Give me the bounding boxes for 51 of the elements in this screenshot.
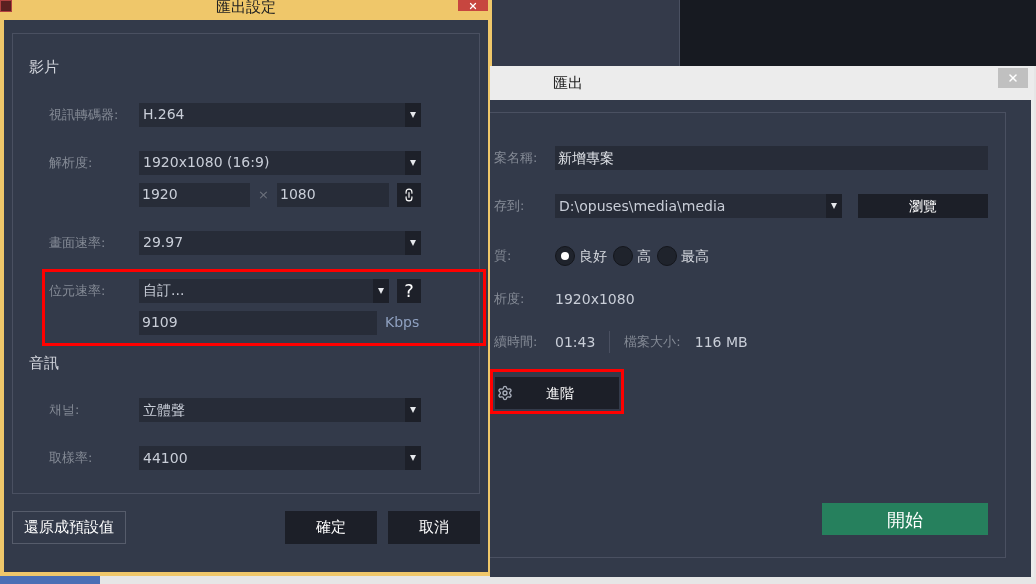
link-icon (402, 187, 416, 202)
radio-label: 良好 (579, 246, 607, 266)
section-heading: 音訊 (29, 352, 60, 374)
field-label: 續時間: (494, 333, 539, 352)
help-button[interactable]: ? (397, 278, 421, 303)
reset-button[interactable]: 還原成預設值 (12, 511, 126, 544)
settings-icon (497, 385, 513, 401)
dropdown[interactable]: 29.97 (139, 230, 421, 255)
dropdown[interactable]: 44100 (139, 446, 421, 470)
field-label: 析度: (494, 290, 526, 309)
radio-label: 最高 (681, 246, 709, 266)
resolution-value: 1920x1080 (555, 289, 635, 309)
name-field[interactable]: 新增專案 (555, 146, 988, 170)
close-icon (1007, 72, 1019, 84)
height-field[interactable]: 1080 (277, 182, 389, 207)
close-button[interactable] (458, 0, 488, 11)
width-field[interactable]: 1920 (139, 182, 250, 207)
start-button[interactable]: 開始 (822, 503, 988, 535)
field-label: 位元速率: (49, 281, 107, 300)
dropdown[interactable]: 立體聲 (139, 398, 421, 422)
ok-button[interactable]: 確定 (285, 511, 377, 544)
field-label: 채널: (49, 401, 81, 420)
field-label: 檔案大小: (624, 333, 681, 352)
link-button[interactable] (397, 182, 421, 207)
radio-button[interactable] (613, 246, 633, 266)
file-size-value: 116 MB (694, 332, 748, 352)
advanced-button[interactable]: 進階 (495, 377, 619, 409)
duration-value: 01:43 (555, 332, 596, 352)
field-label: 存到: (494, 197, 526, 216)
app-icon (0, 0, 12, 12)
unit-label: Kbps (385, 313, 420, 332)
radio-label: 高 (637, 246, 651, 266)
times-sign: × (257, 185, 270, 204)
field-label: 取樣率: (49, 449, 94, 468)
section-heading: 影片 (29, 57, 60, 78)
field-label: 案名稱: (494, 149, 539, 168)
window-title: 匯出 (553, 72, 583, 94)
close-icon (468, 0, 478, 11)
field-label: 畫面速率: (49, 233, 107, 252)
dropdown[interactable]: H.264 (139, 102, 421, 127)
browse-button[interactable]: 瀏覽 (858, 194, 988, 218)
dropdown[interactable]: D:\opuses\media\media (555, 194, 842, 218)
field-label: 解析度: (49, 153, 94, 172)
radio-button[interactable] (555, 246, 575, 266)
cancel-button[interactable]: 取消 (388, 511, 480, 544)
dropdown[interactable]: 自訂... (139, 278, 389, 303)
field-label: 視訊轉碼器: (49, 105, 120, 124)
dropdown[interactable]: 1920x1080 (16:9) (139, 150, 421, 175)
field-label: 質: (494, 247, 513, 266)
bitrate-field[interactable]: 9109 (139, 310, 377, 335)
radio-button[interactable] (657, 246, 677, 266)
